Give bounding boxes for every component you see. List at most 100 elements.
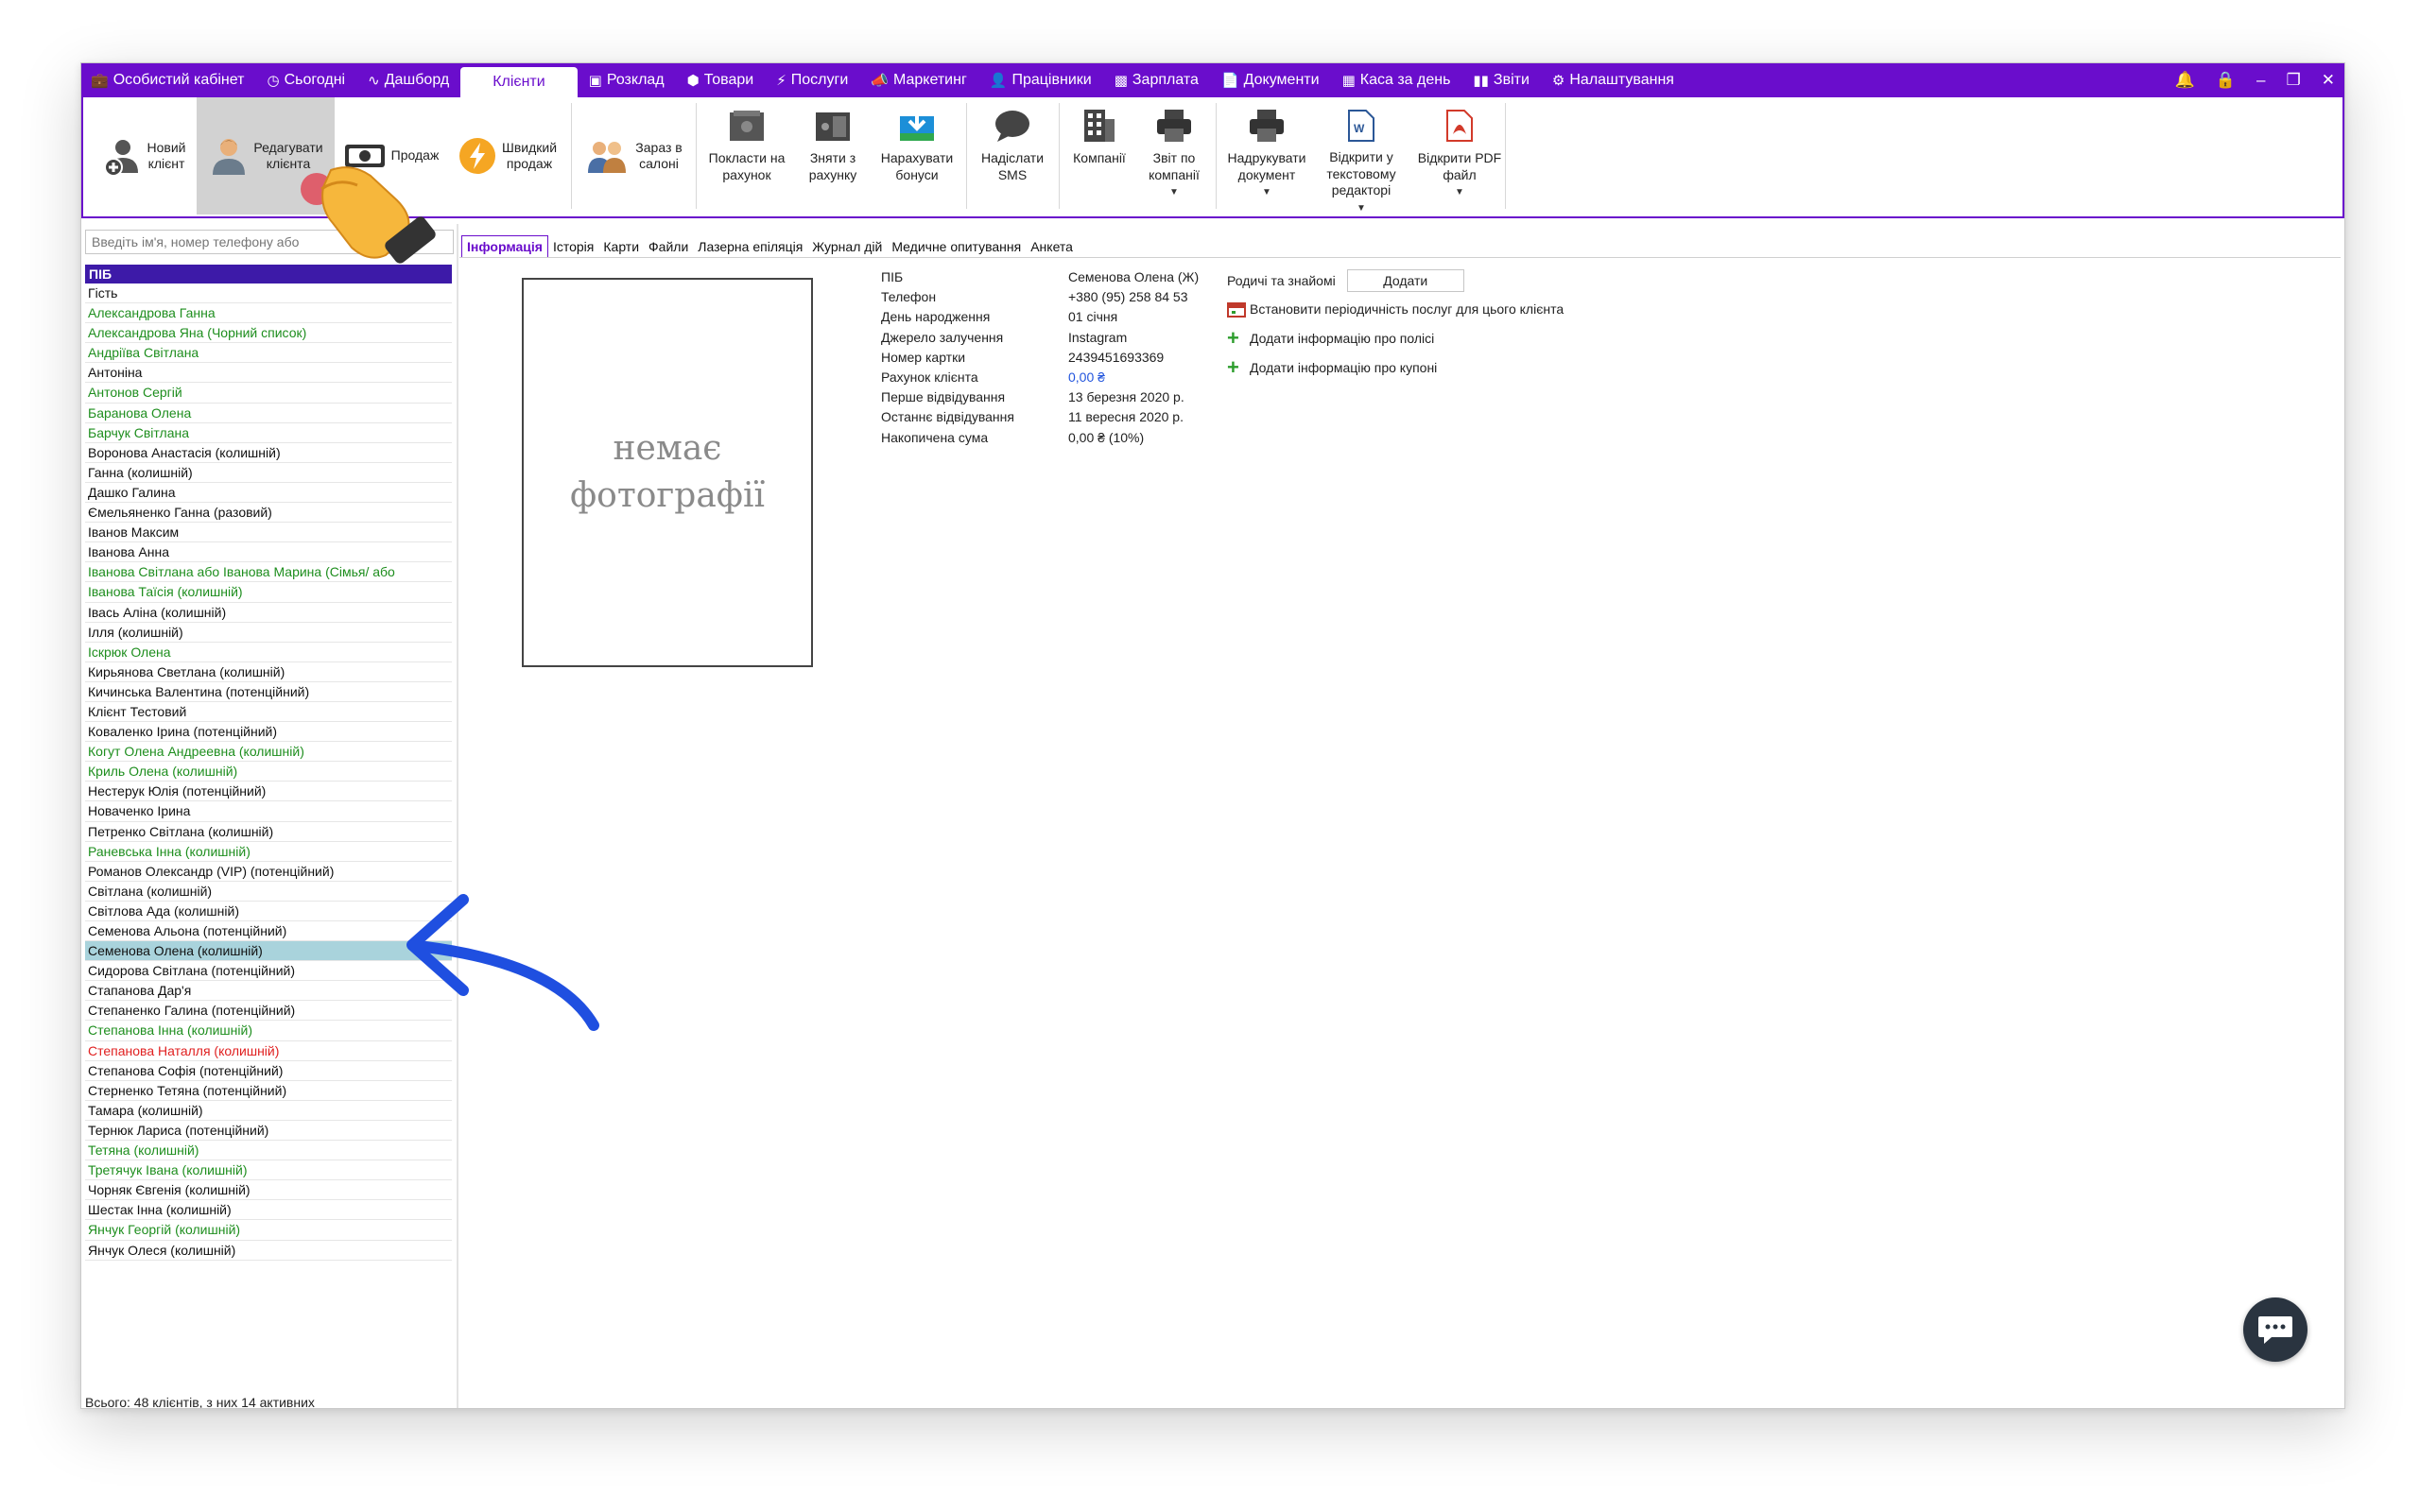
client-list-item[interactable]: Ганна (колишній) <box>85 463 452 483</box>
client-list-item[interactable]: Ілля (колишній) <box>85 623 452 643</box>
withdraw-button[interactable]: Зняти з рахунку <box>794 97 872 215</box>
tab-files[interactable]: Файли <box>644 236 693 257</box>
menu-cash-day[interactable]: ▦ Каса за день <box>1331 63 1462 97</box>
menu-marketing[interactable]: 📣 Маркетинг <box>859 63 977 97</box>
add-coupon-link[interactable]: + Додати інформацію про купоні <box>1227 352 1564 382</box>
set-periodicity-link[interactable]: Встановити періодичність послуг для цьог… <box>1227 294 1564 323</box>
client-list-item[interactable]: Світлана (колишній) <box>85 882 452 902</box>
client-list-item[interactable]: Антонов Сергій <box>85 383 452 404</box>
bell-icon[interactable]: 🔔 <box>2175 71 2195 90</box>
client-list-item[interactable]: Іванова Анна <box>85 542 452 563</box>
client-list-item[interactable]: Криль Олена (колишній) <box>85 762 452 782</box>
company-report-button[interactable]: Звіт по компанії ▼ <box>1136 97 1212 215</box>
tab-cards[interactable]: Карти <box>598 236 644 257</box>
support-chat-button[interactable] <box>2243 1297 2308 1362</box>
menu-today[interactable]: ◷ Сьогодні <box>255 63 356 97</box>
deposit-button[interactable]: Покласти на рахунок <box>700 97 794 215</box>
client-list-item[interactable]: Ємельяненко Ганна (разовий) <box>85 503 452 524</box>
client-photo[interactable]: немає фотографії <box>522 278 813 667</box>
new-client-button[interactable]: Новий клієнт <box>91 97 197 215</box>
client-list-item[interactable]: Янчук Олеся (колишній) <box>85 1241 452 1261</box>
list-header-name[interactable]: ПІБ <box>85 265 452 284</box>
menu-dashboard[interactable]: ∿ Дашборд <box>356 63 460 97</box>
lock-icon[interactable]: 🔒 <box>2216 71 2236 90</box>
client-list-item[interactable]: Клієнт Тестовий <box>85 702 452 723</box>
tab-action-log[interactable]: Журнал дій <box>807 236 887 257</box>
client-list-item[interactable]: Степаненко Галина (потенційний) <box>85 1001 452 1022</box>
minimize-icon[interactable]: – <box>2256 71 2265 90</box>
add-policy-link[interactable]: + Додати інформацію про полісі <box>1227 323 1564 352</box>
client-list-item[interactable]: Стапанова Дар'я <box>85 981 452 1002</box>
client-list-item[interactable]: Тетяна (колишній) <box>85 1141 452 1161</box>
client-list-item[interactable]: Петренко Світлана (колишній) <box>85 822 452 842</box>
tab-medical-survey[interactable]: Медичне опитування <box>887 236 1026 257</box>
quick-sale-button[interactable]: Швидкий продаж <box>452 97 563 215</box>
sale-button[interactable]: Продаж <box>337 97 446 215</box>
client-list-item[interactable]: Івась Аліна (колишній) <box>85 603 452 623</box>
client-list-item[interactable]: Нестерук Юлія (потенційний) <box>85 782 452 802</box>
client-list-item[interactable]: Степанова Наталля (колишній) <box>85 1041 452 1061</box>
send-sms-button[interactable]: Надіслати SMS <box>970 97 1055 215</box>
client-list-item[interactable]: Кирьянова Светлана (колишній) <box>85 662 452 682</box>
client-list-item[interactable]: Барчук Світлана <box>85 423 452 443</box>
menu-clients[interactable]: Клієнти <box>460 67 578 97</box>
chevron-down-icon[interactable]: ▼ <box>1262 187 1271 199</box>
client-list-item[interactable]: Дашко Галина <box>85 483 452 504</box>
client-list-item[interactable]: Степанова Софія (потенційний) <box>85 1061 452 1081</box>
client-list-item[interactable]: Степанова Інна (колишній) <box>85 1021 452 1041</box>
client-list-item[interactable]: Шестак Інна (колишній) <box>85 1200 452 1221</box>
client-list-item[interactable]: Семенова Альона (потенційний) <box>85 921 452 942</box>
client-list-item[interactable]: Стерненко Тетяна (потенційний) <box>85 1081 452 1101</box>
edit-client-button[interactable]: Редагувати клієнта <box>197 97 335 215</box>
client-list-item[interactable]: Андріїва Світлана <box>85 343 452 364</box>
client-list-item[interactable]: Третячук Івана (колишній) <box>85 1160 452 1181</box>
chevron-down-icon[interactable]: ▼ <box>1169 187 1179 199</box>
client-list-item[interactable]: Баранова Олена <box>85 404 452 423</box>
tab-laser-epilation[interactable]: Лазерна епіляція <box>693 236 807 257</box>
menu-documents[interactable]: 📄 Документи <box>1210 63 1331 97</box>
bonus-button[interactable]: Нарахувати бонуси <box>872 97 962 215</box>
client-list-item[interactable]: Новаченко Ірина <box>85 801 452 822</box>
tab-questionnaire[interactable]: Анкета <box>1026 236 1078 257</box>
client-list-item[interactable]: Александрова Яна (Чорний список) <box>85 323 452 344</box>
client-list-item[interactable]: Іванова Світлана або Іванова Марина (Сім… <box>85 562 452 583</box>
menu-salary[interactable]: ▩ Зарплата <box>1103 63 1210 97</box>
client-list-item[interactable]: Воронова Анастасія (колишній) <box>85 443 452 463</box>
in-salon-button[interactable]: Зараз в салоні <box>575 97 692 215</box>
restore-icon[interactable]: ❐ <box>2287 71 2301 90</box>
chevron-down-icon[interactable]: ▼ <box>1357 203 1366 215</box>
menu-services[interactable]: ⚡ Послуги <box>765 63 859 97</box>
tab-information[interactable]: Інформація <box>461 235 548 257</box>
client-list-item[interactable]: Антоніна <box>85 363 452 384</box>
client-list-item[interactable]: Раневська Інна (колишній) <box>85 842 452 862</box>
client-list-item[interactable]: Янчук Георгій (колишній) <box>85 1220 452 1241</box>
print-document-button[interactable]: Надрукувати документ ▼ <box>1219 97 1314 215</box>
client-list-item[interactable]: Когут Олена Андреевна (колишній) <box>85 742 452 763</box>
client-list-item[interactable]: Коваленко Ірина (потенційний) <box>85 722 452 743</box>
client-list-item[interactable]: Іскрюк Олена <box>85 643 452 662</box>
menu-schedule[interactable]: ▣ Розклад <box>578 63 676 97</box>
client-list-item[interactable]: Тамара (колишній) <box>85 1101 452 1121</box>
close-icon[interactable]: ✕ <box>2322 71 2335 90</box>
menu-goods[interactable]: ⬢ Товари <box>676 63 766 97</box>
open-pdf-button[interactable]: Відкрити PDF файл ▼ <box>1409 97 1511 215</box>
client-list-item[interactable]: Кичинська Валентина (потенційний) <box>85 682 452 702</box>
client-list-item[interactable]: Гість <box>85 284 452 304</box>
client-list-item[interactable]: Сидорова Світлана (потенційний) <box>85 961 452 982</box>
client-list-item[interactable]: Чорняк Євгенія (колишній) <box>85 1180 452 1201</box>
client-list-item[interactable]: Семенова Олена (колишній) <box>85 941 452 962</box>
panel-splitter[interactable] <box>457 224 458 1408</box>
client-search-input[interactable] <box>85 230 454 254</box>
add-relative-button[interactable]: Додати <box>1346 269 1464 292</box>
menu-settings[interactable]: ⚙ Налаштування <box>1541 63 1685 97</box>
chevron-down-icon[interactable]: ▼ <box>1455 187 1464 199</box>
client-list-item[interactable]: Тернюк Лариса (потенційний) <box>85 1121 452 1142</box>
menu-personal-cabinet[interactable]: 💼 Особистий кабінет <box>81 63 255 97</box>
client-list-item[interactable]: Александрова Ганна <box>85 303 452 324</box>
client-list-item[interactable]: Світлова Ада (колишній) <box>85 902 452 921</box>
open-in-text-editor-button[interactable]: W Відкрити у текстовому редакторі ▼ <box>1314 97 1409 215</box>
companies-button[interactable]: Компанії <box>1063 97 1136 215</box>
client-list-item[interactable]: Романов Олександр (VIP) (потенційний) <box>85 862 452 882</box>
tab-history[interactable]: Історія <box>548 236 598 257</box>
menu-reports[interactable]: ▮▮ Звіти <box>1461 63 1541 97</box>
